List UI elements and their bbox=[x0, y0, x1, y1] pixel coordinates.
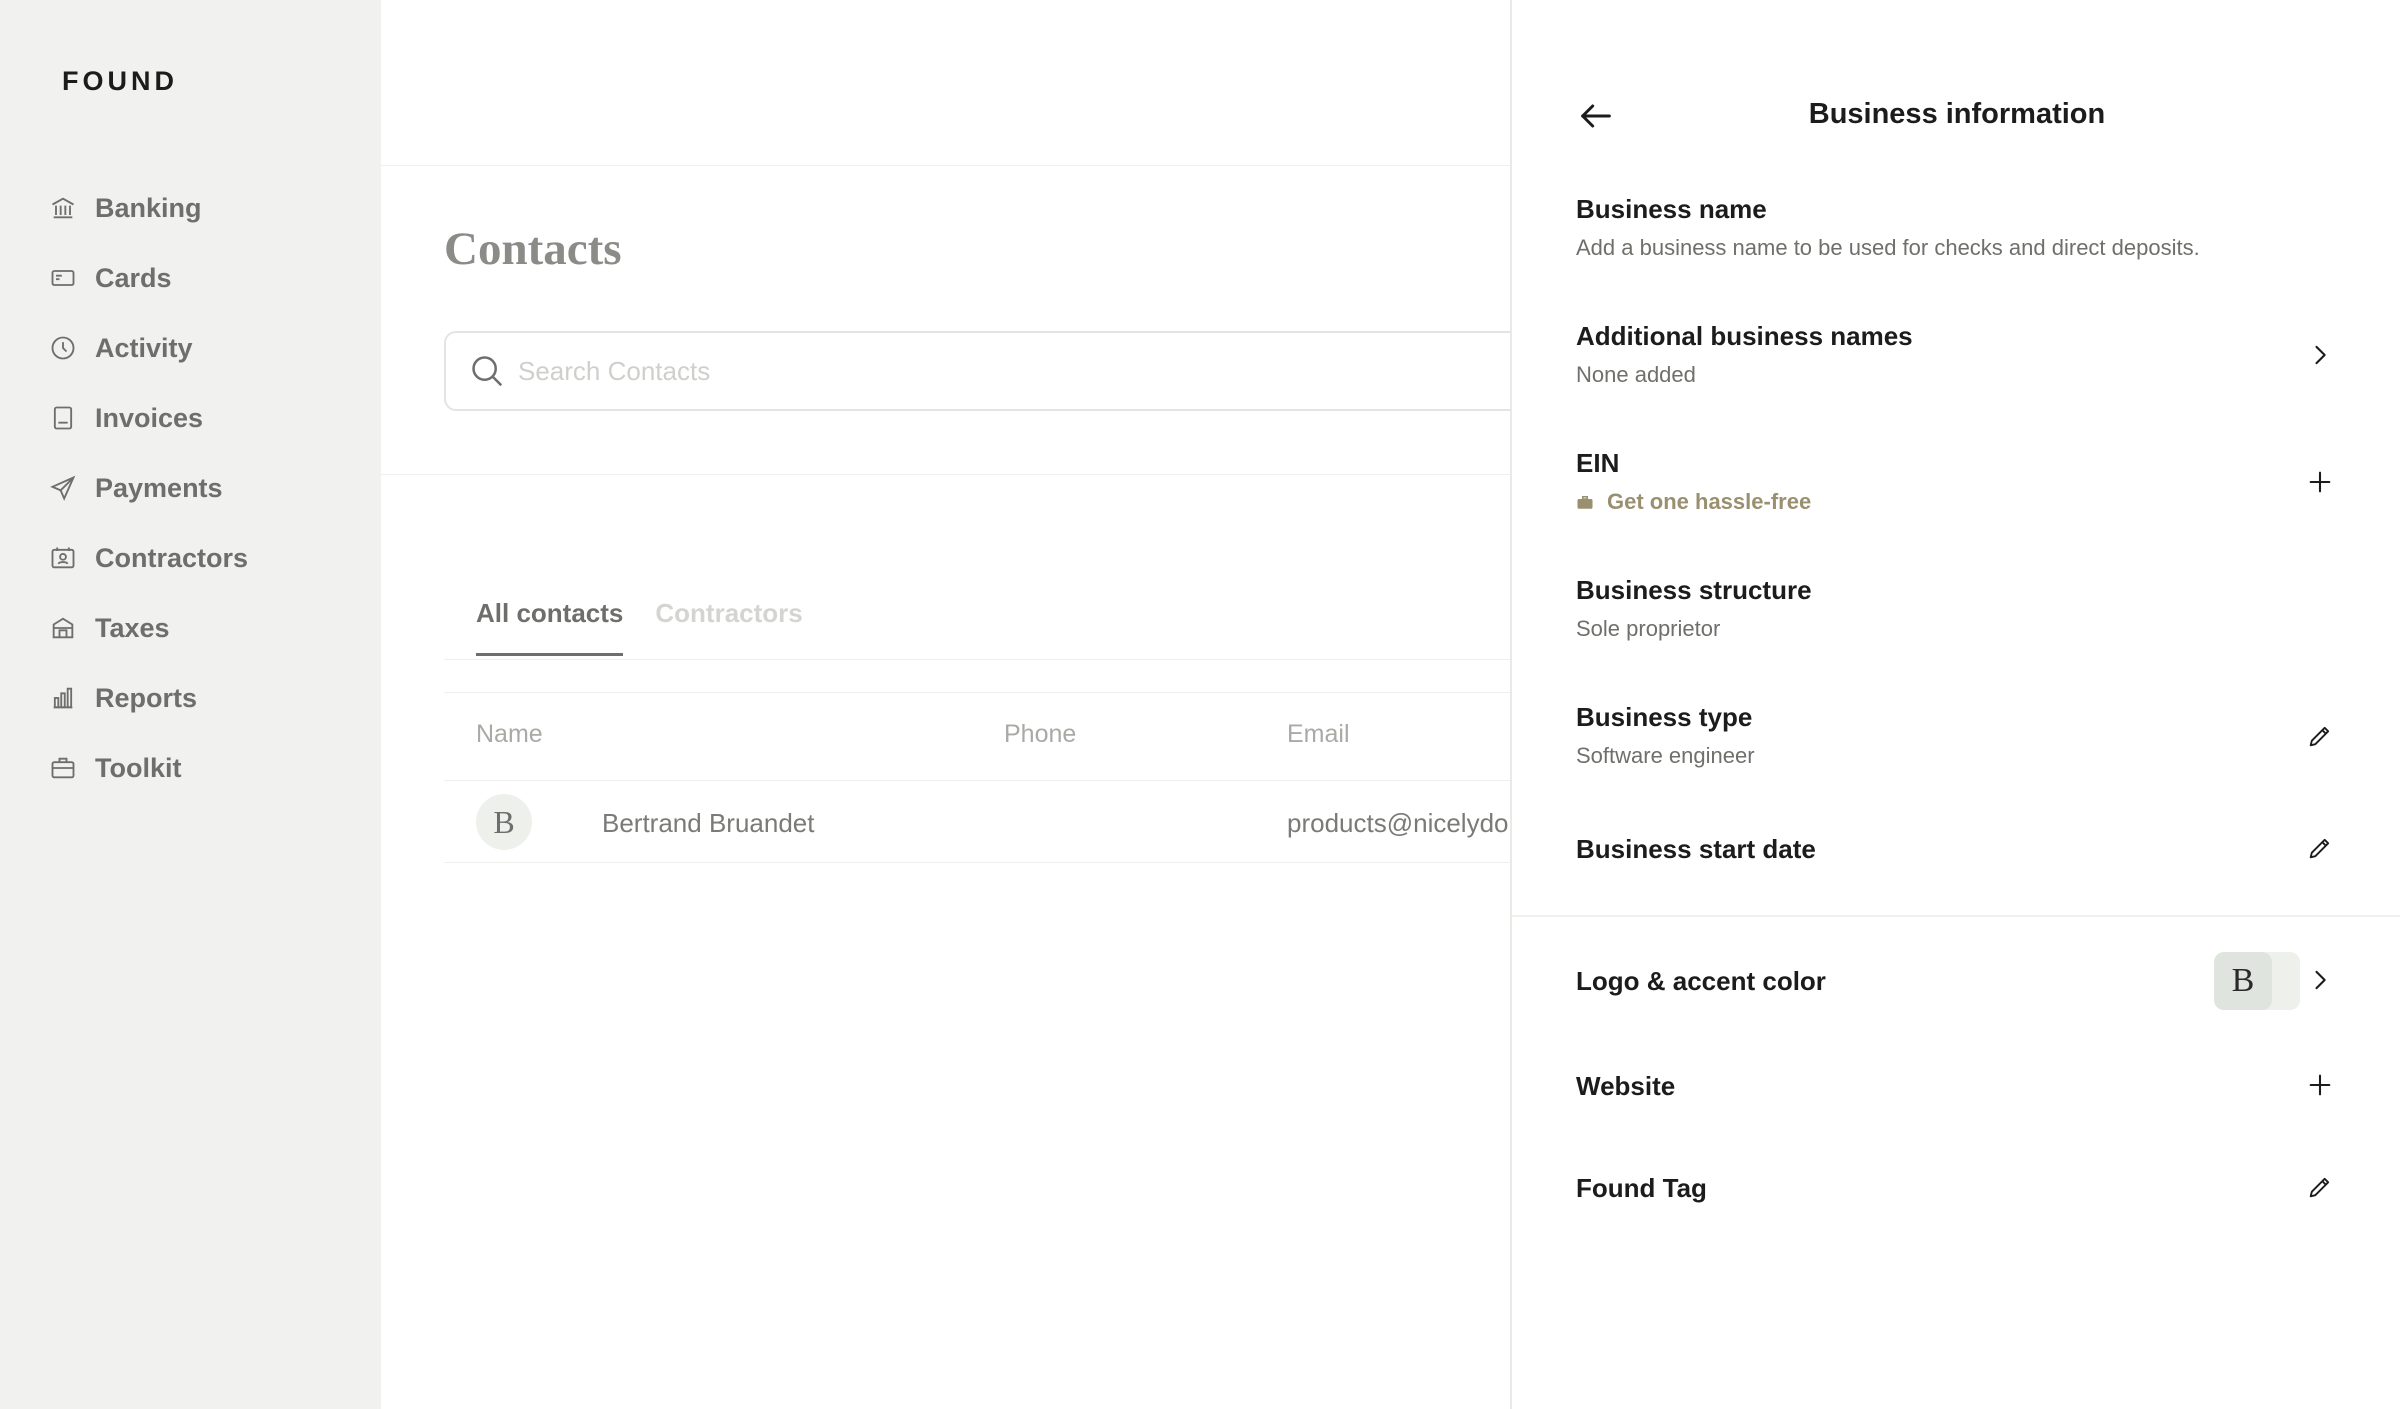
app-root: FOUND Banking Cards Activity Invoices Pa… bbox=[0, 0, 2400, 1409]
business-name-item[interactable]: Business name Add a business name to be … bbox=[1576, 194, 2336, 261]
get-ein-link[interactable]: Get one hassle-free bbox=[1576, 489, 2336, 515]
table-header: Name Phone Email bbox=[444, 720, 1644, 760]
sidebar-item-taxes[interactable]: Taxes bbox=[48, 593, 368, 663]
table-header-divider bbox=[444, 780, 1644, 781]
panel-title: Business information bbox=[1808, 98, 2106, 130]
sidebar-item-label: Contractors bbox=[95, 542, 249, 573]
card-icon bbox=[48, 263, 78, 293]
logo-accent-color-item[interactable]: Logo & accent color B bbox=[1576, 952, 2336, 1010]
item-label: Website bbox=[1576, 1071, 1676, 1101]
contractor-icon bbox=[48, 543, 78, 573]
sidebar-item-label: Payments bbox=[95, 472, 223, 503]
avatar: B bbox=[476, 794, 532, 850]
panel-divider bbox=[1512, 915, 2400, 917]
plus-icon[interactable] bbox=[2304, 1069, 2336, 1101]
item-label: Additional business names bbox=[1576, 321, 1913, 351]
website-item[interactable]: Website bbox=[1576, 1071, 2336, 1102]
column-header-name[interactable]: Name bbox=[476, 720, 543, 749]
item-sub: Software engineer bbox=[1576, 743, 1755, 768]
get-ein-label: Get one hassle-free bbox=[1607, 489, 1812, 514]
pencil-icon[interactable] bbox=[2304, 832, 2336, 864]
invoice-icon bbox=[48, 403, 78, 433]
row-divider bbox=[444, 862, 1644, 863]
sidebar-item-label: Taxes bbox=[95, 612, 170, 643]
sidebar-nav: Banking Cards Activity Invoices Payments… bbox=[48, 173, 368, 803]
contact-email: products@nicelydor bbox=[1287, 808, 1518, 838]
chart-icon bbox=[48, 683, 78, 713]
brand-logo[interactable]: FOUND bbox=[62, 66, 178, 97]
chevron-right-icon[interactable] bbox=[2304, 339, 2336, 371]
tax-icon bbox=[48, 613, 78, 643]
column-header-email[interactable]: Email bbox=[1287, 720, 1350, 749]
bank-icon bbox=[48, 193, 78, 223]
sidebar-item-contractors[interactable]: Contractors bbox=[48, 523, 368, 593]
chevron-right-icon[interactable] bbox=[2304, 964, 2336, 996]
column-header-phone[interactable]: Phone bbox=[1004, 720, 1076, 749]
search-box[interactable] bbox=[444, 331, 1644, 411]
pencil-icon[interactable] bbox=[2304, 720, 2336, 752]
business-info-panel: Business information Business name Add a… bbox=[1510, 0, 2400, 1409]
item-sub: Add a business name to be used for check… bbox=[1576, 235, 2200, 260]
item-label: Business structure bbox=[1576, 575, 1812, 605]
sidebar-item-cards[interactable]: Cards bbox=[48, 243, 368, 313]
sidebar-item-label: Reports bbox=[95, 682, 198, 713]
sidebar-item-toolkit[interactable]: Toolkit bbox=[48, 733, 368, 803]
item-sub: None added bbox=[1576, 362, 1696, 387]
send-icon bbox=[48, 473, 78, 503]
briefcase-icon bbox=[1577, 496, 1593, 509]
item-label: Business type bbox=[1576, 702, 1753, 732]
logo-initial: B bbox=[2214, 952, 2272, 1010]
item-label: EIN bbox=[1576, 448, 1620, 478]
tabs-divider bbox=[444, 659, 1644, 660]
plus-icon[interactable] bbox=[2304, 466, 2336, 498]
table-top-divider bbox=[444, 692, 1644, 693]
search-icon bbox=[468, 352, 506, 390]
sidebar-item-invoices[interactable]: Invoices bbox=[48, 383, 368, 453]
ein-item[interactable]: EIN Get one hassle-free bbox=[1576, 448, 2336, 515]
sidebar-item-label: Banking bbox=[95, 192, 202, 223]
tab-all-contacts[interactable]: All contacts bbox=[476, 598, 624, 656]
sidebar-item-activity[interactable]: Activity bbox=[48, 313, 368, 383]
item-label: Business start date bbox=[1576, 834, 1816, 864]
business-type-item[interactable]: Business type Software engineer bbox=[1576, 702, 2336, 769]
business-start-date-item[interactable]: Business start date bbox=[1576, 834, 2336, 865]
sidebar-item-label: Invoices bbox=[95, 402, 204, 433]
business-structure-item[interactable]: Business structure Sole proprietor bbox=[1576, 575, 2336, 642]
pencil-icon[interactable] bbox=[2304, 1171, 2336, 1203]
item-label: Found Tag bbox=[1576, 1173, 1707, 1203]
logo-preview: B bbox=[2214, 952, 2300, 1010]
page-title: Contacts bbox=[444, 223, 622, 275]
sidebar-item-banking[interactable]: Banking bbox=[48, 173, 368, 243]
found-tag-item[interactable]: Found Tag bbox=[1576, 1173, 2336, 1204]
item-label: Business name bbox=[1576, 194, 1767, 224]
sidebar-item-payments[interactable]: Payments bbox=[48, 453, 368, 523]
briefcase-icon bbox=[48, 753, 78, 783]
sidebar-item-label: Activity bbox=[95, 332, 193, 363]
contact-name: Bertrand Bruandet bbox=[602, 808, 815, 838]
clock-icon bbox=[48, 333, 78, 363]
search-input[interactable] bbox=[518, 355, 1218, 387]
table-row[interactable]: B Bertrand Bruandet products@nicelydor bbox=[444, 792, 1644, 852]
contacts-tabs: All contacts Contractors bbox=[476, 598, 835, 656]
item-sub: Sole proprietor bbox=[1576, 616, 1721, 641]
sidebar-item-reports[interactable]: Reports bbox=[48, 663, 368, 733]
sidebar-item-label: Toolkit bbox=[95, 752, 182, 783]
sidebar-item-label: Cards bbox=[95, 262, 172, 293]
sidebar: FOUND Banking Cards Activity Invoices Pa… bbox=[0, 0, 381, 1409]
tab-contractors[interactable]: Contractors bbox=[655, 598, 802, 656]
additional-business-names-item[interactable]: Additional business names None added bbox=[1576, 321, 2336, 388]
